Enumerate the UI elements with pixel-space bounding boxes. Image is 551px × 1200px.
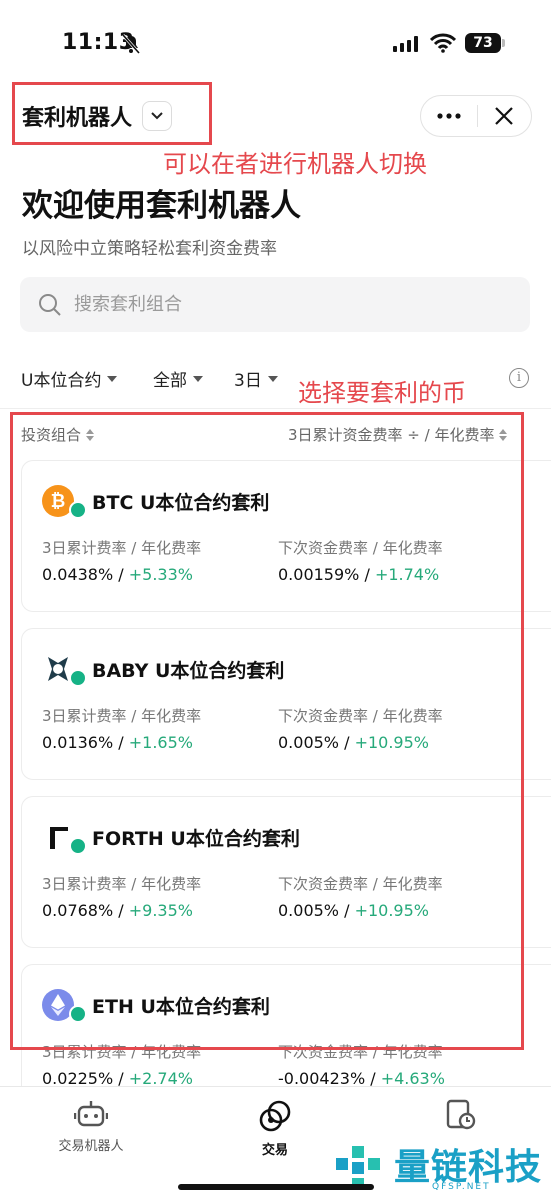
tab-trade[interactable]: 交易: [200, 1099, 350, 1158]
page-title: 欢迎使用套利机器人: [22, 188, 301, 224]
mini-program-capsule: [420, 95, 532, 137]
more-icon[interactable]: [421, 96, 477, 136]
annotation-switch-note: 可以在者进行机器人切换: [163, 150, 427, 178]
tab-label: 交易: [261, 1143, 288, 1158]
wifi-icon: [430, 33, 456, 53]
close-icon[interactable]: [477, 96, 531, 136]
bell-off-icon: [122, 34, 140, 54]
caret-down-icon: [267, 375, 278, 382]
search-box[interactable]: [20, 277, 530, 332]
annotation-box-switcher: [12, 82, 212, 145]
caret-down-icon: [107, 375, 118, 382]
search-icon: [39, 293, 61, 316]
battery-nub: [502, 39, 505, 47]
page-subtitle: 以风险中立策略轻松套利资金费率: [22, 239, 277, 259]
info-icon[interactable]: i: [509, 368, 529, 388]
tab-trading-bot[interactable]: 交易机器人: [16, 1099, 166, 1154]
filter-contract-label: U本位合约: [21, 371, 102, 391]
annotation-coin-note: 选择要套利的币: [298, 379, 466, 407]
battery-indicator: 73: [465, 33, 501, 53]
filter-period-label: 3日: [234, 371, 262, 391]
filter-contract[interactable]: U本位合约: [21, 366, 118, 391]
filter-period[interactable]: 3日: [234, 366, 278, 391]
tab-history[interactable]: [385, 1099, 535, 1137]
cellular-signal-icon: [393, 36, 418, 52]
annotation-box-list: [10, 412, 524, 1050]
filter-scope-label: 全部: [153, 371, 187, 391]
watermark-sub: QFSP.NET: [432, 1182, 491, 1192]
caret-down-icon: [193, 375, 203, 382]
robot-icon: [74, 1101, 108, 1127]
filter-scope[interactable]: 全部: [153, 366, 203, 391]
trade-icon: [259, 1100, 291, 1132]
tab-label: 交易机器人: [58, 1139, 124, 1154]
home-indicator: [178, 1184, 374, 1190]
search-input[interactable]: [74, 294, 494, 315]
status-bar: 11:13 73: [0, 0, 551, 80]
divider: [0, 408, 551, 409]
history-icon: [446, 1099, 476, 1130]
